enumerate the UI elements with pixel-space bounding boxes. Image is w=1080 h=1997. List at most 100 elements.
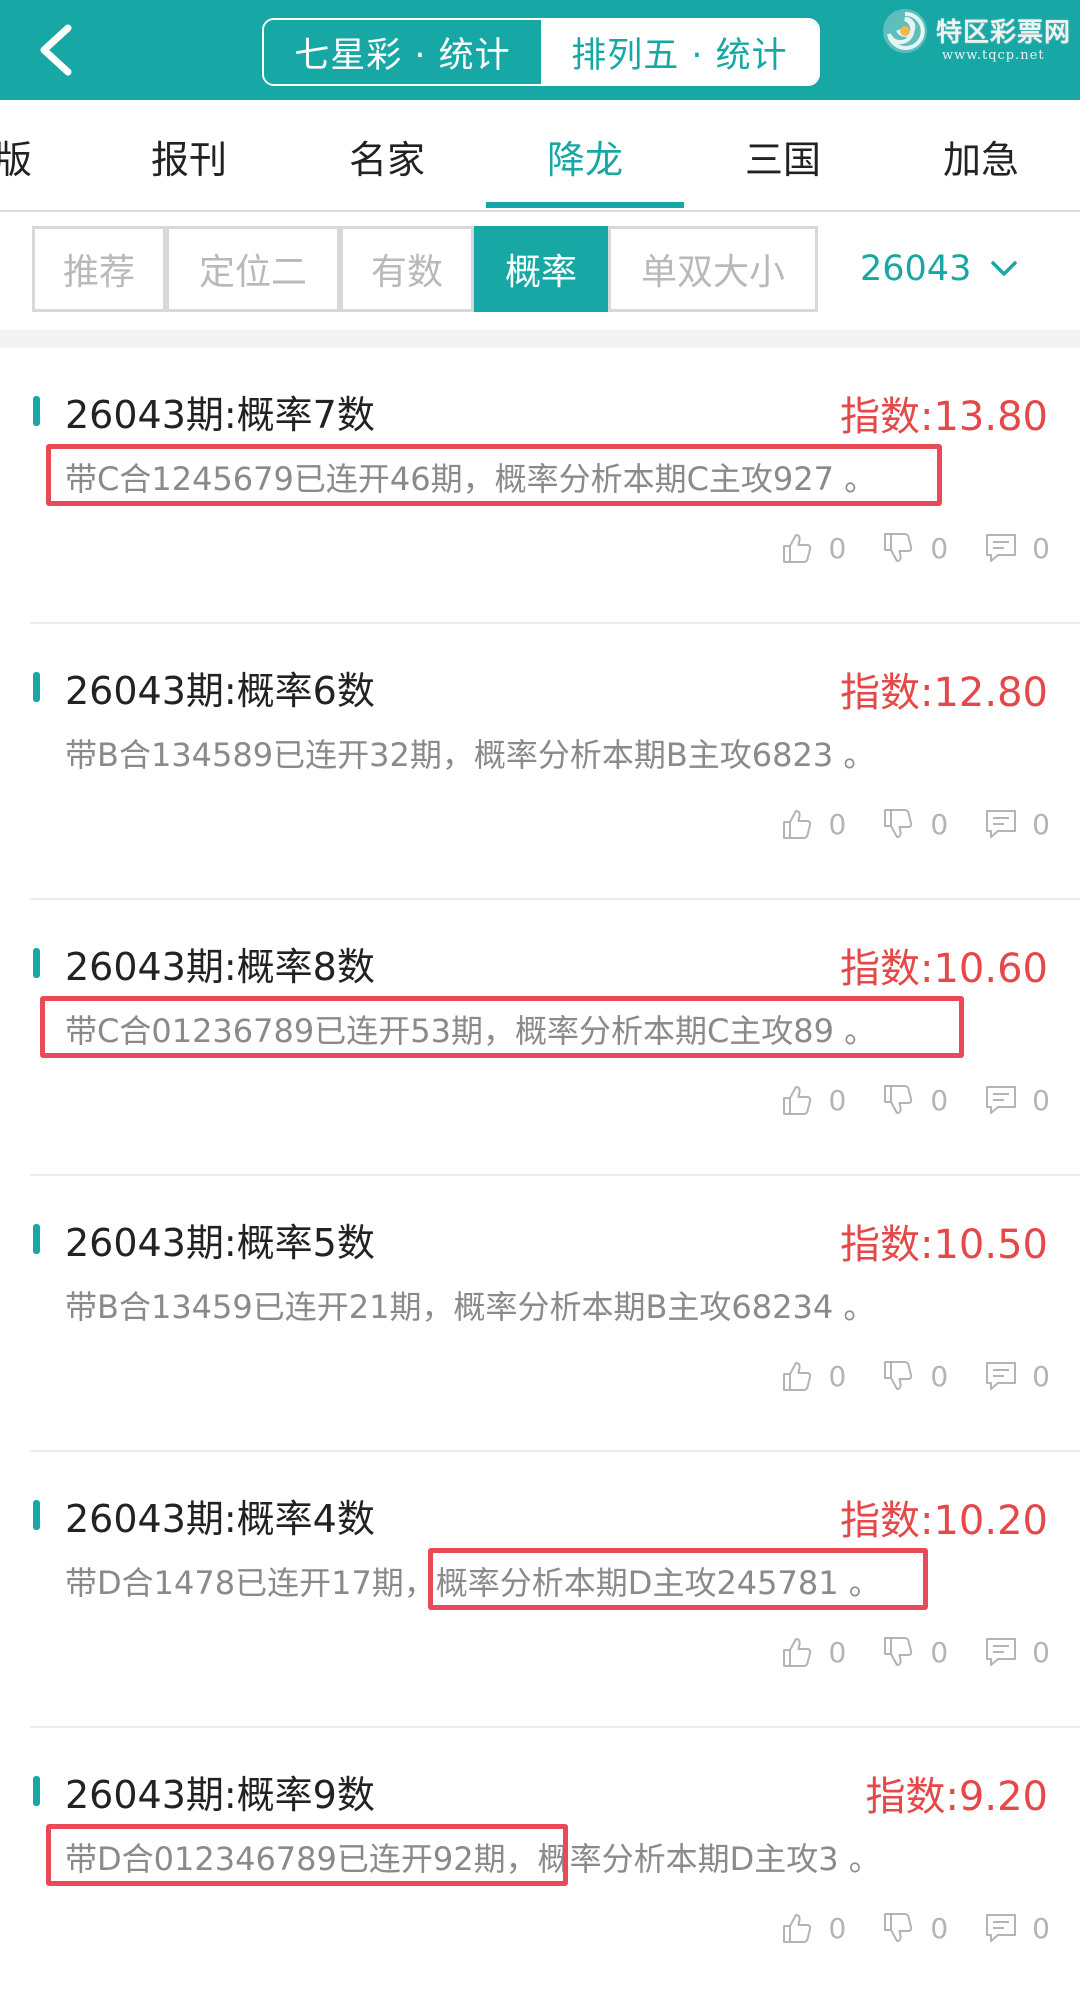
dislike-button[interactable]: 0 [882, 531, 948, 565]
prediction-list: 26043期:概率7数 指数:13.80 带C合1245679已连开46期，概率… [0, 348, 1080, 1997]
tab-sanguo[interactable]: 三国 [684, 100, 882, 212]
filter-row: 推荐 定位二 有数 概率 单双大小 26043 [0, 212, 1080, 330]
item-index: 指数:12.80 [840, 670, 1048, 716]
dislike-button[interactable]: 0 [882, 1083, 948, 1117]
like-button[interactable]: 0 [781, 531, 847, 565]
comment-count: 0 [1032, 807, 1050, 841]
comment-icon [986, 1638, 1017, 1666]
tab-mingjia[interactable]: 名家 [288, 100, 486, 212]
item-actions: 0 0 0 [745, 528, 1050, 568]
item-actions: 0 0 0 [745, 1632, 1050, 1672]
like-count: 0 [828, 1911, 847, 1945]
dislike-button[interactable]: 0 [882, 1911, 948, 1945]
comment-button[interactable]: 0 [984, 531, 1050, 565]
segment-qixingcai[interactable]: 七星彩 · 统计 [264, 20, 541, 84]
like-button[interactable]: 0 [781, 1083, 847, 1117]
item-index: 指数:10.50 [840, 1222, 1048, 1268]
thumbs-up-icon [782, 534, 811, 563]
like-button[interactable]: 0 [781, 1359, 847, 1393]
title-accent-bar [33, 948, 40, 978]
item-actions: 0 0 0 [745, 804, 1050, 844]
like-count: 0 [828, 807, 847, 841]
like-count: 0 [828, 531, 847, 565]
dislike-count: 0 [930, 1083, 949, 1117]
list-item[interactable]: 26043期:概率8数 指数:10.60 带C合01236789已连开53期，概… [0, 900, 1080, 1176]
item-title: 26043期:概率7数 [65, 393, 375, 437]
title-accent-bar [33, 1776, 40, 1806]
issue-selector[interactable]: 26043 [860, 226, 1019, 312]
filter-youshu[interactable]: 有数 [340, 226, 474, 312]
comment-icon [986, 1086, 1017, 1114]
item-index: 指数:10.60 [840, 946, 1048, 992]
comment-button[interactable]: 0 [984, 1911, 1050, 1945]
swirl-logo-icon [883, 9, 927, 53]
like-button[interactable]: 0 [781, 807, 847, 841]
like-count: 0 [828, 1359, 847, 1393]
thumbs-down-icon [884, 1361, 913, 1390]
comment-button[interactable]: 0 [984, 1635, 1050, 1669]
title-accent-bar [33, 1500, 40, 1530]
comment-count: 0 [1032, 1635, 1050, 1669]
watermark-name: 特区彩票网 [936, 18, 1072, 48]
item-index: 指数:10.20 [840, 1498, 1048, 1544]
list-item[interactable]: 26043期:概率6数 指数:12.80 带B合134589已连开32期，概率分… [0, 624, 1080, 900]
comment-icon [986, 534, 1017, 562]
dislike-button[interactable]: 0 [882, 1359, 948, 1393]
tab-baokan[interactable]: 报刊 [90, 100, 288, 212]
filter-tuijian[interactable]: 推荐 [32, 226, 166, 312]
list-item[interactable]: 26043期:概率4数 指数:10.20 带D合1478已连开17期，概率分析本… [0, 1452, 1080, 1728]
like-button[interactable]: 0 [781, 1911, 847, 1945]
comment-button[interactable]: 0 [984, 1359, 1050, 1393]
filter-dingweier[interactable]: 定位二 [166, 226, 340, 312]
list-item[interactable]: 26043期:概率5数 指数:10.50 带B合13459已连开21期，概率分析… [0, 1176, 1080, 1452]
comment-button[interactable]: 0 [984, 807, 1050, 841]
tab-jianglong[interactable]: 降龙 [486, 100, 684, 212]
segment-pailiewu[interactable]: 排列五 · 统计 [541, 20, 818, 84]
dislike-button[interactable]: 0 [882, 1635, 948, 1669]
thumbs-up-icon [782, 1362, 811, 1391]
site-watermark: 特区彩票网 www.tqcp.net [880, 6, 1075, 66]
list-item[interactable]: 26043期:概率9数 指数:9.20 带D合012346789已连开92期，概… [0, 1728, 1080, 1997]
title-accent-bar [33, 1224, 40, 1254]
highlight-box [40, 996, 964, 1058]
comment-count: 0 [1032, 1359, 1050, 1393]
thumbs-up-icon [782, 810, 811, 839]
like-button[interactable]: 0 [781, 1635, 846, 1669]
title-accent-bar [33, 672, 40, 702]
item-title: 26043期:概率4数 [65, 1497, 375, 1541]
comment-icon [986, 1362, 1017, 1390]
active-tab-indicator [486, 202, 684, 208]
item-title: 26043期:概率6数 [65, 669, 375, 713]
dislike-count: 0 [930, 1359, 949, 1393]
comment-count: 0 [1032, 1911, 1050, 1945]
comment-count: 0 [1032, 1083, 1050, 1117]
comment-count: 0 [1032, 531, 1050, 565]
item-actions: 0 0 0 [745, 1908, 1050, 1948]
dislike-button[interactable]: 0 [882, 807, 948, 841]
thumbs-down-icon [884, 1637, 913, 1666]
back-button[interactable] [30, 20, 90, 80]
filter-danshuangdaxiao[interactable]: 单双大小 [608, 226, 818, 312]
thumbs-down-icon [884, 533, 913, 562]
list-item[interactable]: 26043期:概率7数 指数:13.80 带C合1245679已连开46期，概率… [0, 348, 1080, 624]
item-actions: 0 0 0 [745, 1356, 1050, 1396]
item-description: 带B合13459已连开21期，概率分析本期B主攻68234 。 [65, 1288, 876, 1326]
section-gap [0, 330, 1080, 348]
tab-jiaji[interactable]: 加急 [882, 100, 1080, 212]
item-index: 指数:13.80 [840, 394, 1048, 440]
thumbs-up-icon [782, 1086, 811, 1115]
item-title: 26043期:概率8数 [65, 945, 375, 989]
dislike-count: 0 [930, 1911, 949, 1945]
filter-gailv[interactable]: 概率 [474, 226, 608, 312]
thumbs-down-icon [884, 1085, 913, 1114]
comment-icon [986, 1914, 1017, 1942]
item-description: 带B合134589已连开32期，概率分析本期B主攻6823 。 [65, 736, 876, 774]
lottery-segmented-control: 七星彩 · 统计 排列五 · 统计 [262, 18, 820, 86]
comment-button[interactable]: 0 [984, 1083, 1050, 1117]
item-title: 26043期:概率5数 [65, 1221, 375, 1265]
thumbs-down-icon [884, 809, 913, 838]
like-count: 0 [828, 1083, 847, 1117]
title-accent-bar [33, 396, 40, 426]
watermark-url: www.tqcp.net [942, 48, 1045, 63]
item-actions: 0 0 0 [745, 1080, 1050, 1120]
